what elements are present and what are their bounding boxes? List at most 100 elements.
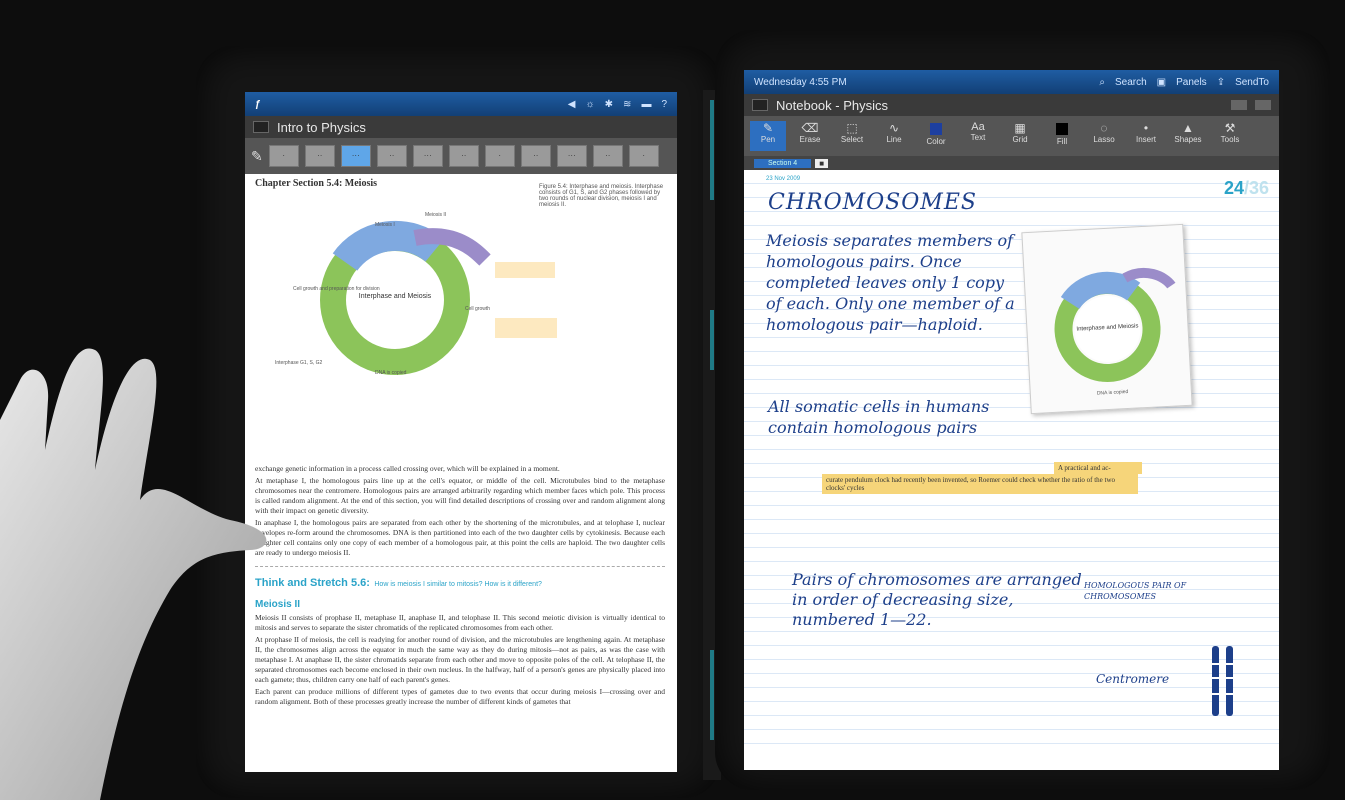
notebook-title: Notebook - Physics (776, 97, 888, 113)
page-button[interactable]: ·· (376, 145, 407, 167)
status-time: Wednesday 4:55 PM (754, 76, 847, 88)
right-screen: Wednesday 4:55 PM ⌕ Search ▣ Panels ⇪ Se… (744, 70, 1279, 770)
select-icon: ⬚ (846, 121, 858, 135)
page-button[interactable]: · (628, 145, 659, 167)
user-hand (0, 348, 267, 800)
left-screen: ƒ ◀ ☼ ✱ ≋ ▬ ? Intro to Physics ✎ · ·· ··… (245, 92, 677, 772)
search-button[interactable]: Search (1115, 77, 1147, 88)
panels-button[interactable]: Panels (1176, 77, 1207, 88)
diagram-label: Meiosis II (425, 212, 446, 218)
ruler-tool-icon[interactable]: ✎ (251, 148, 263, 165)
page-button[interactable]: ·· (448, 145, 479, 167)
app-logo-icon[interactable]: ƒ (255, 99, 261, 110)
page-button[interactable]: ·· (520, 145, 551, 167)
page-button[interactable]: ·· (592, 145, 623, 167)
lasso-tool[interactable]: ◌ Lasso (1086, 121, 1122, 151)
chromosome-sketch (1210, 646, 1236, 716)
cycle-center (349, 254, 441, 346)
sendto-icon[interactable]: ⇪ (1217, 77, 1225, 88)
left-status-bar: ƒ ◀ ☼ ✱ ≋ ▬ ? (245, 92, 677, 116)
right-status-bar: Wednesday 4:55 PM ⌕ Search ▣ Panels ⇪ Se… (744, 70, 1279, 94)
section-tab-bar: Section 4 ■ (744, 156, 1279, 170)
wifi-icon[interactable]: ≋ (623, 99, 631, 110)
page-date: 23 Nov 2009 (766, 176, 801, 182)
stretch-box: Think and Stretch 5.6: How is meiosis I … (255, 566, 665, 591)
page-total: /36 (1243, 178, 1269, 198)
diagram-label: DNA is copied (375, 370, 407, 376)
snapshot-caption: DNA is copied (1097, 389, 1129, 397)
paragraph: At prophase II of meiosis, the cell is r… (255, 635, 665, 684)
note-heading: CHROMOSOMES (768, 190, 977, 215)
diagram-label: Cell growth and preparation for division (293, 286, 380, 292)
page-button[interactable]: ··· (412, 145, 443, 167)
line-tool[interactable]: ∿ Line (876, 121, 912, 151)
shapes-icon: ▲ (1182, 121, 1194, 135)
panels-icon[interactable]: ▣ (1157, 77, 1166, 88)
add-tab-button[interactable]: ■ (815, 158, 829, 168)
page-counter: 24/36 (1224, 178, 1269, 199)
handwritten-note: All somatic cells in humans contain homo… (768, 397, 990, 437)
page-button[interactable]: · (484, 145, 515, 167)
text-tool[interactable]: Aa Text (960, 121, 996, 151)
bluetooth-icon[interactable]: ✱ (605, 99, 613, 110)
section-heading: Meiosis II (255, 599, 301, 610)
handwritten-note: Pairs of chromosomes are arranged in ord… (792, 570, 1082, 629)
stretch-question: How is meiosis I similar to mitosis? How… (374, 581, 542, 588)
page-button[interactable]: ·· (304, 145, 335, 167)
text-clipping: A practical and ac- curate pendulum cloc… (822, 462, 1142, 494)
help-icon[interactable]: ? (661, 99, 667, 110)
insert-tool[interactable]: • Insert (1128, 121, 1164, 151)
brightness-icon[interactable]: ☼ (585, 99, 594, 110)
fill-icon (1056, 123, 1068, 135)
side-annotation: HOMOLOGOUS PAIR OF CHROMOSOMES (1084, 581, 1187, 601)
grid-tool[interactable]: ▦ Grid (1002, 121, 1038, 151)
notebook-page: 23 Nov 2009 24/36 CHROMOSOMES Meiosis se… (744, 170, 1279, 756)
section-tab[interactable]: Section 4 (754, 158, 812, 168)
pen-icon: ✎ (762, 121, 774, 135)
page-button[interactable]: · (268, 145, 299, 167)
body-text: exchange genetic information in a proces… (255, 464, 665, 707)
text-icon: Aa (971, 121, 985, 133)
search-icon[interactable]: ⌕ (1099, 77, 1105, 88)
textbook-page: Chapter Section 5.4: Meiosis Figure 5.4:… (245, 174, 677, 772)
color-swatch-icon (930, 123, 942, 135)
select-tool[interactable]: ⬚ Select (834, 121, 870, 151)
minimize-icon[interactable] (1231, 100, 1247, 110)
page-button-active[interactable]: ··· (340, 145, 371, 167)
volume-icon[interactable]: ◀ (568, 99, 576, 110)
diagram-label: Cell growth (465, 306, 490, 312)
battery-icon: ▬ (641, 98, 652, 110)
page-button[interactable]: ··· (556, 145, 587, 167)
diagram-snapshot: Interphase and Meiosis DNA is copied (1021, 223, 1193, 415)
eraser-icon: ⌫ (801, 121, 819, 135)
line-icon: ∿ (888, 121, 900, 135)
page-current: 24 (1223, 178, 1244, 198)
clipping-line: curate pendulum clock had recently been … (822, 474, 1138, 494)
left-title-bar: Intro to Physics (245, 116, 677, 138)
shapes-tool[interactable]: ▲ Shapes (1170, 121, 1206, 151)
pen-tool[interactable]: ✎ Pen (750, 121, 786, 151)
left-page-toolbar: ✎ · ·· ··· ·· ··· ·· · ·· ··· ·· · (245, 138, 677, 174)
menu-button[interactable] (752, 99, 768, 111)
diagram-callout (495, 318, 557, 338)
paragraph: At metaphase I, the homologous pairs lin… (255, 476, 665, 515)
diagram-center-label: Interphase and Meiosis (359, 293, 432, 300)
paragraph: Meiosis II consists of prophase II, meta… (255, 613, 665, 632)
fill-tool[interactable]: Fill (1044, 121, 1080, 151)
lasso-icon: ◌ (1100, 121, 1108, 135)
tools-tool[interactable]: ⚒ Tools (1212, 121, 1248, 151)
color-tool[interactable]: Color (918, 121, 954, 151)
menu-button[interactable] (253, 121, 269, 133)
diagram-callout (495, 262, 555, 278)
paragraph: exchange genetic information in a proces… (255, 464, 560, 473)
sendto-button[interactable]: SendTo (1235, 77, 1269, 88)
diagram-label: Meiosis I (375, 222, 395, 228)
centromere-label: Centromere (1096, 672, 1170, 686)
handwritten-note: Meiosis separates members of homologous … (766, 231, 1015, 334)
insert-icon: • (1143, 121, 1149, 135)
meiosis-cycle-diagram: Interphase and Meiosis Cell growth and p… (275, 212, 557, 376)
close-icon[interactable] (1255, 100, 1271, 110)
erase-tool[interactable]: ⌫ Erase (792, 121, 828, 151)
paragraph: Each parent can produce millions of diff… (255, 687, 665, 706)
wrench-icon: ⚒ (1224, 121, 1236, 135)
